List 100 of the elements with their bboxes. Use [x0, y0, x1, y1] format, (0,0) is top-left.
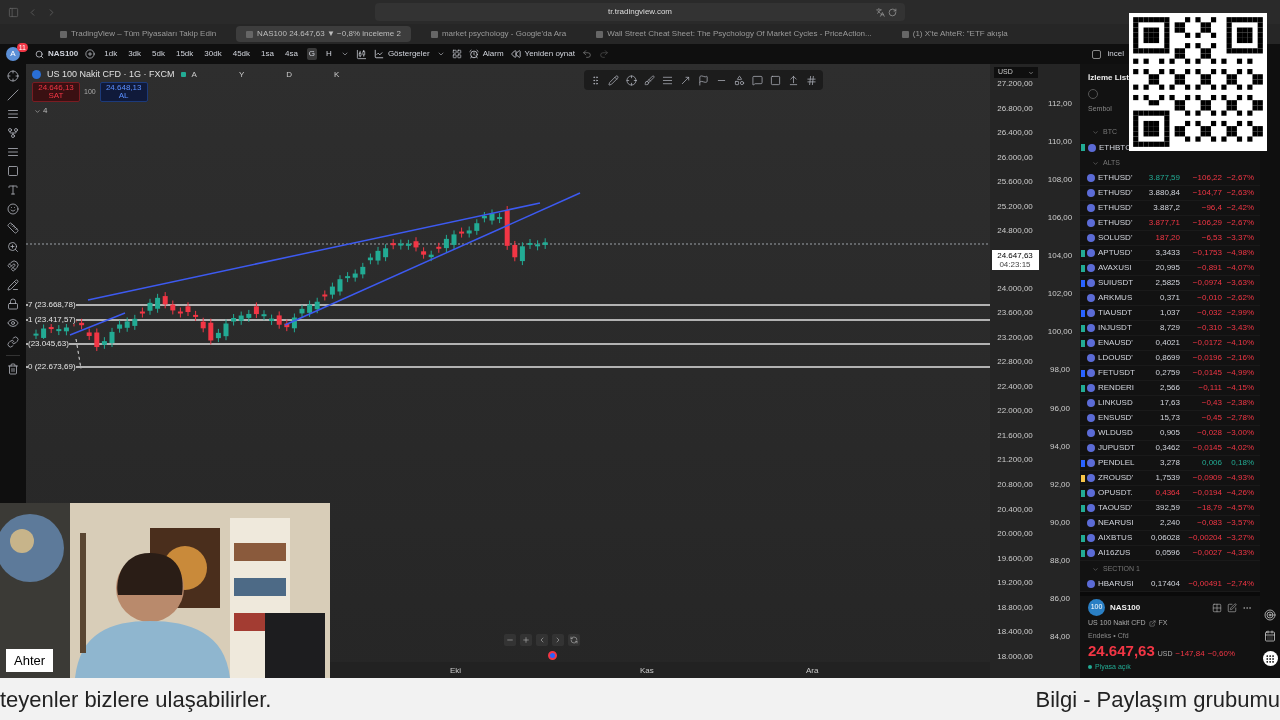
interval-button[interactable]: 1dk: [102, 48, 120, 60]
interval-button[interactable]: H: [324, 48, 334, 60]
watchlist-row[interactable]: NEARUSI 2,240 −0,083 −3,57%: [1080, 516, 1260, 531]
address-bar[interactable]: tr.tradingview.com: [375, 3, 905, 21]
fib-level-line[interactable]: [26, 343, 990, 345]
undo-icon[interactable]: [582, 49, 592, 59]
trend-line[interactable]: [284, 192, 581, 326]
watchlist-row[interactable]: ENAUSD' 0,4021 −0,0172 −4,10%: [1080, 336, 1260, 351]
fib-level-line[interactable]: [26, 366, 990, 368]
crosshair-icon[interactable]: [626, 74, 637, 86]
lock-icon[interactable]: [7, 298, 19, 310]
watchlist-row[interactable]: SOLUSD' 187,20 −6,53 −3,37%: [1080, 231, 1260, 246]
text-icon[interactable]: [7, 184, 19, 196]
browser-tab[interactable]: Wall Street Cheat Sheet: The Psychology Of Market Cycles - PriceAction...: [586, 26, 882, 42]
fib-level-line[interactable]: [26, 304, 990, 306]
caret-icon[interactable]: [436, 50, 445, 58]
interval-button[interactable]: 45dk: [230, 48, 253, 60]
watchlist-row[interactable]: ETHUSD' 3.887,2 −96,4 −2,42%: [1080, 201, 1260, 216]
interval-button[interactable]: 30dk: [202, 48, 224, 60]
flag-icon[interactable]: [698, 74, 709, 86]
checkbox[interactable]: [1091, 49, 1101, 59]
translate-icon[interactable]: [876, 7, 885, 17]
sell-button[interactable]: 24.646,13 SAT: [32, 82, 80, 102]
reset-icon[interactable]: [570, 636, 578, 644]
dashed-line[interactable]: [75, 338, 82, 370]
watchlist-row[interactable]: JUPUSDT 0,3462 −0,0145 −4,02%: [1080, 441, 1260, 456]
grid-icon[interactable]: [451, 49, 462, 59]
watchlist-row[interactable]: ETHUSD' 3.877,59 −106,22 −2,67%: [1080, 171, 1260, 186]
edit-icon[interactable]: [1227, 602, 1237, 613]
watchlist-row[interactable]: ETHUSD' 3.880,84 −104,77 −2,63%: [1080, 186, 1260, 201]
watchlist-row[interactable]: WLDUSD 0,905 −0,028 −3,00%: [1080, 426, 1260, 441]
replay-marker-icon[interactable]: [548, 651, 557, 660]
ruler-icon[interactable]: [7, 222, 19, 234]
watchlist-row[interactable]: RENDERI 2,566 −0,111 −4,15%: [1080, 381, 1260, 396]
crosshair-icon[interactable]: [7, 70, 19, 82]
apps-icon[interactable]: [1265, 653, 1275, 664]
arrow-up-icon[interactable]: [788, 74, 799, 86]
pencil-icon[interactable]: [608, 74, 619, 86]
target-icon[interactable]: [1264, 609, 1276, 621]
watchlist-row[interactable]: AI16ZUS 0,0596 −0,0027 −4,33%: [1080, 546, 1260, 561]
watchlist-row[interactable]: LDOUSD' 0,8699 −0,0196 −2,16%: [1080, 351, 1260, 366]
interval-button[interactable]: 4sa: [282, 48, 300, 60]
hash-icon[interactable]: [806, 74, 817, 86]
drag-handle-icon[interactable]: [590, 74, 601, 86]
alarm-button[interactable]: Alarm: [468, 48, 504, 60]
candles-icon[interactable]: [355, 48, 367, 60]
add-icon[interactable]: [85, 49, 96, 59]
watchlist-row[interactable]: LINKUSD 17,63 −0,43 −2,38%: [1080, 396, 1260, 411]
fib-level-line[interactable]: [26, 319, 990, 321]
shapes-icon[interactable]: [734, 74, 745, 86]
channel-icon[interactable]: [7, 146, 19, 158]
interval-button[interactable]: 5dk: [150, 48, 167, 60]
watchlist-row[interactable]: SUIUSDT 2,5825 −0,0974 −3,63%: [1080, 276, 1260, 291]
watchlist-row[interactable]: PENDLEL 3,278 0,006 0,18%: [1080, 456, 1260, 471]
line-icon[interactable]: [680, 74, 691, 86]
lines-icon[interactable]: [662, 74, 673, 86]
replay-button[interactable]: Yeniden oynat: [510, 48, 575, 60]
interval-button[interactable]: 3dk: [126, 48, 144, 60]
browser-tab[interactable]: (1) X'te AhteR: "ETF akışla: [891, 26, 1018, 42]
interval-button[interactable]: 1sa: [259, 48, 276, 60]
watchlist-row[interactable]: AVAXUSI 20,995 −0,891 −4,07%: [1080, 261, 1260, 276]
watchlist-row[interactable]: AIXBTUS 0,06028 −0,00204 −3,27%: [1080, 531, 1260, 546]
browser-tab[interactable]: market psychology - Google'da Ara: [420, 26, 577, 42]
smile-icon[interactable]: [7, 203, 19, 215]
watchlist-row[interactable]: ETHUSD' 3.877,71 −106,29 −2,67%: [1080, 216, 1260, 231]
browser-tab[interactable]: NAS100 24.647,63 ▼ −0,8% inceleme 2: [236, 26, 411, 42]
buy-button[interactable]: 24.648,13 AL: [99, 82, 148, 102]
rectangle-icon[interactable]: [770, 74, 781, 86]
watchlist-row[interactable]: ZROUSD' 1,7539 −0,0909 −4,93%: [1080, 471, 1260, 486]
link-icon[interactable]: [7, 336, 19, 348]
scroll-right-icon[interactable]: [554, 636, 562, 644]
watchlist-row[interactable]: TIAUSDT 1,037 −0,032 −2,99%: [1080, 306, 1260, 321]
comment-icon[interactable]: [752, 74, 763, 86]
lines-icon[interactable]: [7, 108, 19, 120]
symbol-text[interactable]: ETHBTC: [1099, 141, 1131, 154]
watchlist-row[interactable]: OPUSDT. 0,4364 −0,0194 −4,26%: [1080, 486, 1260, 501]
interval-button[interactable]: G: [306, 48, 318, 60]
indicators-toggle[interactable]: 4: [34, 105, 48, 117]
watchlist-row[interactable]: APTUSD' 3,3433 −0,1753 −4,98%: [1080, 246, 1260, 261]
magnet-icon[interactable]: [7, 260, 19, 272]
zoom-icon[interactable]: [7, 241, 19, 253]
zoom-in-icon[interactable]: [522, 636, 530, 644]
interval-button[interactable]: 15dk: [173, 48, 196, 60]
watchlist-row[interactable]: ARKMUS 0,371 −0,010 −2,62%: [1080, 291, 1260, 306]
symbol-search[interactable]: NAS100: [35, 48, 79, 60]
calendar-icon[interactable]: [1264, 630, 1276, 642]
scroll-left-icon[interactable]: [538, 636, 546, 644]
line-icon[interactable]: [7, 89, 19, 101]
watchlist-row[interactable]: FETUSDT 0,2759 −0,0145 −4,99%: [1080, 366, 1260, 381]
trend-line[interactable]: [87, 202, 541, 301]
brush-icon[interactable]: [644, 74, 655, 86]
grid-icon[interactable]: [1212, 602, 1222, 613]
browser-tab[interactable]: TradingView – Tüm Piyasaları Takip Edin: [50, 26, 227, 42]
indicators-button[interactable]: Göstergeler: [373, 48, 430, 60]
pencil-icon[interactable]: [7, 279, 19, 291]
watchlist-row[interactable]: HBARUSI 0,17404 −0,00491 −2,74%: [1080, 577, 1260, 592]
caret-icon[interactable]: [340, 50, 349, 58]
rectangle-icon[interactable]: [7, 165, 19, 177]
eye-icon[interactable]: [7, 317, 19, 329]
watchlist-row[interactable]: TAOUSD' 392,59 −18,79 −4,57%: [1080, 501, 1260, 516]
